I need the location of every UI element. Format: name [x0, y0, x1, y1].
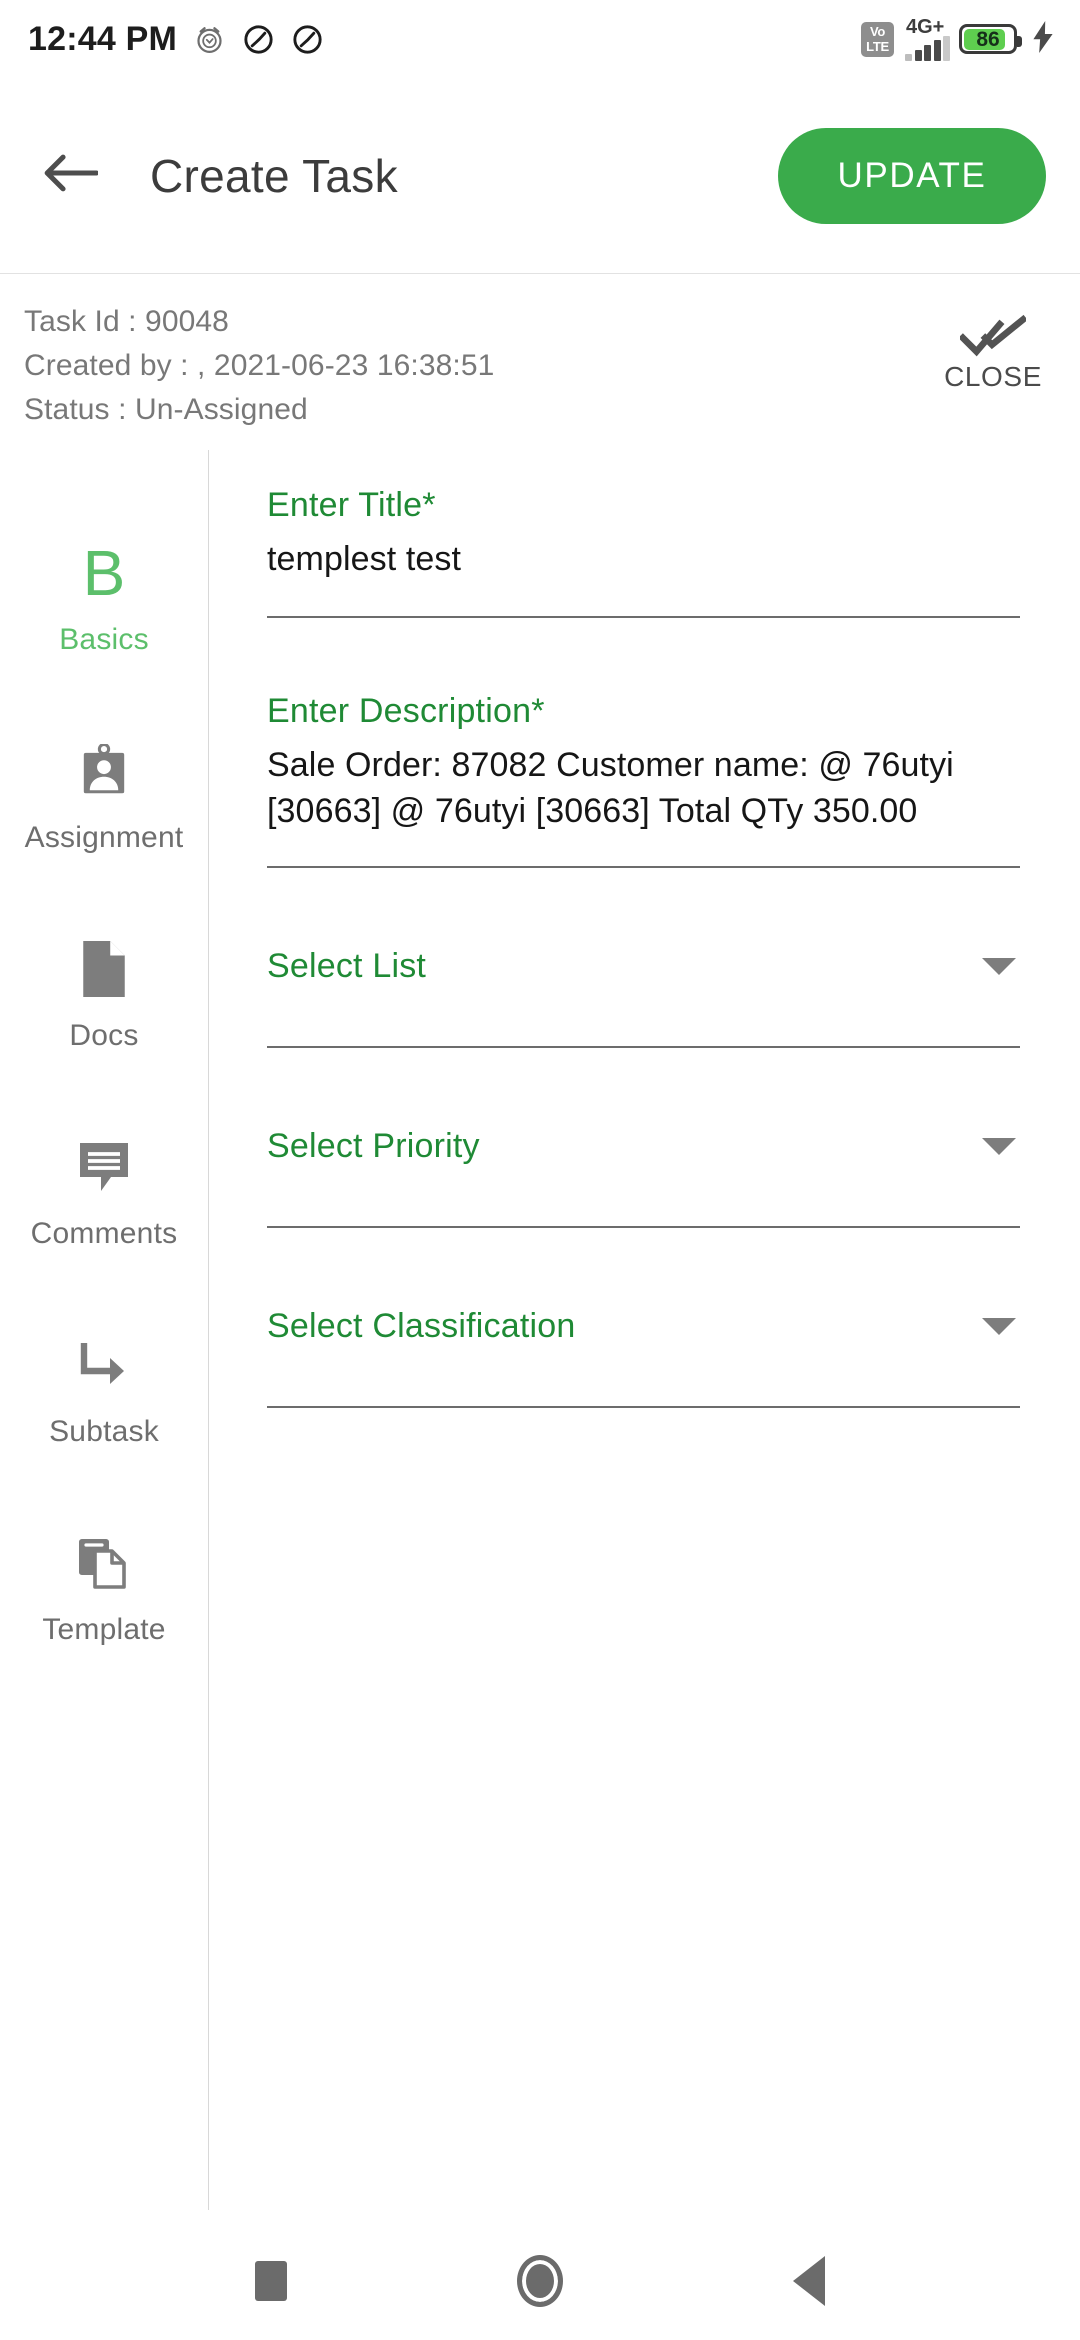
- status-bar-clock: 12:44 PM: [28, 19, 178, 58]
- subtask-arrow-icon: [76, 1337, 132, 1393]
- back-triangle-icon[interactable]: [793, 2256, 825, 2306]
- sidebar-label-template: Template: [42, 1613, 166, 1646]
- signal-bars-icon: [905, 36, 950, 61]
- select-list-label: Select List: [267, 946, 427, 985]
- title-input-value[interactable]: templest test: [267, 536, 1020, 582]
- page-title: Create Task: [150, 149, 398, 202]
- battery-percent-label: 86: [976, 27, 1000, 51]
- document-icon: [76, 941, 132, 997]
- phone-screen: 12:44 PM Vo LTE 4G+ 86 Create Task UPDAT…: [0, 0, 1080, 2340]
- status-bar-right: Vo LTE 4G+ 86: [861, 17, 1054, 61]
- title-field[interactable]: Enter Title* templest test: [267, 450, 1020, 618]
- description-field-label: Enter Description*: [267, 690, 1020, 732]
- sidebar-item-comments[interactable]: Comments: [0, 1096, 208, 1294]
- description-input-value[interactable]: Sale Order: 87082 Customer name: @ 76uty…: [267, 742, 1020, 834]
- charging-bolt-icon: [1026, 20, 1054, 58]
- description-required-mark: *: [531, 692, 545, 730]
- copy-document-icon: [76, 1535, 132, 1591]
- title-required-mark: *: [422, 486, 436, 524]
- task-meta-lines: Task Id : 90048 Created by : , 2021-06-2…: [24, 304, 494, 428]
- do-not-disturb-icon: [291, 23, 324, 56]
- sidebar-tabs: B Basics Assignment Docs Comments Subtas…: [0, 450, 209, 2210]
- do-not-disturb-icon: [242, 23, 275, 56]
- status-bar: 12:44 PM Vo LTE 4G+ 86: [0, 0, 1080, 78]
- letter-b-glyph: B: [82, 537, 126, 609]
- alarm-clock-icon: [193, 23, 226, 56]
- sidebar-item-template[interactable]: Template: [0, 1492, 208, 1690]
- back-arrow-icon[interactable]: [44, 152, 99, 199]
- select-classification-label: Select Classification: [267, 1306, 576, 1345]
- battery-icon: 86: [959, 24, 1022, 54]
- android-nav-bar: [0, 2222, 1080, 2340]
- sidebar-item-docs[interactable]: Docs: [0, 898, 208, 1096]
- chevron-down-icon: [982, 1137, 1016, 1155]
- description-label-text: Enter Description: [267, 692, 532, 730]
- select-list-dropdown[interactable]: Select List: [267, 920, 1020, 1048]
- volte-line-1: Vo: [869, 23, 886, 39]
- network-indicator: 4G+: [905, 17, 950, 61]
- sidebar-item-subtask[interactable]: Subtask: [0, 1294, 208, 1492]
- select-priority-dropdown[interactable]: Select Priority: [267, 1100, 1020, 1228]
- update-button[interactable]: UPDATE: [778, 127, 1046, 224]
- close-button[interactable]: CLOSE: [944, 304, 1046, 393]
- chevron-down-icon: [982, 1317, 1016, 1335]
- task-id-text: Task Id : 90048: [24, 305, 229, 338]
- volte-icon: Vo LTE: [861, 21, 894, 57]
- created-by-text: Created by : , 2021-06-23 16:38:51: [24, 349, 495, 382]
- sidebar-label-subtask: Subtask: [49, 1415, 159, 1448]
- select-priority-label: Select Priority: [267, 1126, 480, 1165]
- network-type-label: 4G+: [906, 16, 945, 38]
- close-label: CLOSE: [944, 361, 1042, 392]
- home-circle-icon[interactable]: [517, 2255, 563, 2307]
- sidebar-label-comments: Comments: [30, 1217, 178, 1250]
- letter-b-icon: B: [76, 537, 132, 609]
- id-badge-icon: [76, 743, 132, 799]
- status-bar-left: 12:44 PM: [28, 20, 324, 59]
- sidebar-item-basics[interactable]: B Basics: [0, 502, 208, 700]
- task-meta-section: Task Id : 90048 Created by : , 2021-06-2…: [0, 274, 1080, 450]
- title-label-text: Enter Title: [267, 486, 423, 524]
- sidebar-label-basics: Basics: [59, 623, 149, 656]
- select-classification-dropdown[interactable]: Select Classification: [267, 1280, 1020, 1408]
- volte-line-2: LTE: [866, 38, 889, 54]
- chevron-down-icon: [982, 957, 1016, 975]
- sidebar-item-assignment[interactable]: Assignment: [0, 700, 208, 898]
- task-form: Enter Title* templest test Enter Descrip…: [209, 450, 1080, 2222]
- description-field[interactable]: Enter Description* Sale Order: 87082 Cus…: [267, 660, 1020, 868]
- sidebar-label-assignment: Assignment: [24, 821, 184, 854]
- sidebar-label-docs: Docs: [69, 1019, 139, 1052]
- content-area: B Basics Assignment Docs Comments Subtas…: [0, 450, 1080, 2222]
- status-text: Status : Un-Assigned: [24, 393, 308, 426]
- title-field-label: Enter Title*: [267, 484, 1020, 526]
- double-check-icon: [960, 312, 1027, 358]
- comment-bubble-icon: [76, 1139, 132, 1195]
- app-bar: Create Task UPDATE: [0, 78, 1080, 274]
- recents-square-icon[interactable]: [255, 2261, 287, 2301]
